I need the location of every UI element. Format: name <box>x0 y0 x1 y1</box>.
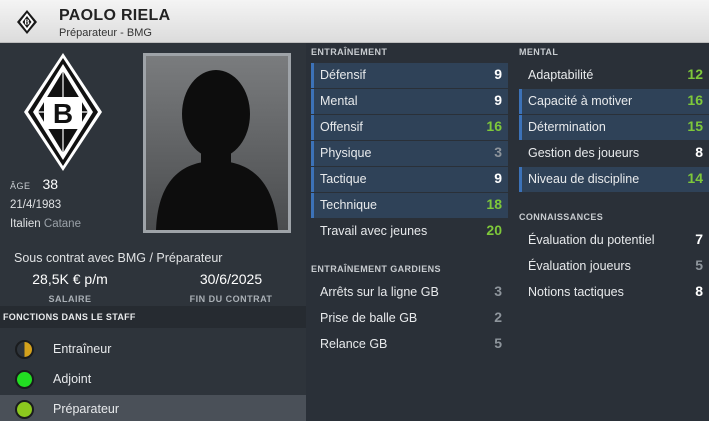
attribute-label: Évaluation du potentiel <box>528 233 655 247</box>
attribute-label: Gestion des joueurs <box>528 146 640 160</box>
age-label: ÂGE <box>10 181 31 191</box>
function-label: Adjoint <box>53 372 92 386</box>
birth-city[interactable]: Catane <box>44 218 81 230</box>
attribute-value: 2 <box>494 309 502 325</box>
function-status-icon <box>15 400 34 419</box>
attribute-value: 16 <box>687 92 703 108</box>
attribute-value: 12 <box>687 66 703 82</box>
staff-functions-header: FONCTIONS DANS LE STAFF <box>0 306 306 328</box>
training-row[interactable]: Tactique 9 <box>311 167 508 192</box>
attribute-value: 3 <box>494 283 502 299</box>
club-crest-icon[interactable]: B <box>16 9 38 35</box>
gk_training-row[interactable]: Arrêts sur la ligne GB 3 <box>311 280 508 305</box>
attribute-label: Adaptabilité <box>528 68 594 82</box>
training-row[interactable]: Physique 3 <box>311 141 508 166</box>
club-crest-large-icon[interactable]: B <box>22 51 104 173</box>
svg-text:B: B <box>53 98 73 129</box>
contract-end-value: 30/6/2025 <box>199 271 263 287</box>
knowledge-row[interactable]: Évaluation du potentiel 7 <box>519 228 709 253</box>
attribute-value: 14 <box>687 170 703 186</box>
attribute-label: Tactique <box>320 172 367 186</box>
mental-row[interactable]: Niveau de discipline 14 <box>519 167 709 192</box>
header-bar: B PAOLO RIELA Préparateur - BMG <box>0 0 709 43</box>
attribute-value: 20 <box>486 222 502 238</box>
svg-text:B: B <box>24 20 29 27</box>
function-status-icon <box>15 370 34 389</box>
nationality-row: Italien Catane <box>10 218 81 230</box>
attribute-label: Arrêts sur la ligne GB <box>320 285 439 299</box>
staff-function-row[interactable]: Préparateur <box>0 395 306 421</box>
gk_training-row[interactable]: Prise de balle GB 2 <box>311 306 508 331</box>
attribute-label: Mental <box>320 94 358 108</box>
staff-function-row[interactable]: Adjoint <box>0 365 306 394</box>
mental-header: MENTAL <box>519 47 559 57</box>
contract-end-label: FIN DU CONTRAT <box>189 294 273 304</box>
attribute-value: 9 <box>494 66 502 82</box>
attribute-value: 7 <box>695 231 703 247</box>
silhouette-icon <box>156 70 278 230</box>
salary-value: 28,5K € p/m <box>32 271 108 287</box>
attribute-value: 15 <box>687 118 703 134</box>
profile-panel: B ÂGE 38 21/4/1983 Italien Catane Sous co… <box>0 43 306 421</box>
attribute-value: 9 <box>494 170 502 186</box>
knowledge-row[interactable]: Évaluation joueurs 5 <box>519 254 709 279</box>
age-value: 38 <box>42 176 59 192</box>
attribute-label: Capacité à motiver <box>528 94 633 108</box>
mental-row[interactable]: Capacité à motiver 16 <box>519 89 709 114</box>
staff-photo <box>143 53 291 233</box>
gk_training-row[interactable]: Relance GB 5 <box>311 332 508 357</box>
attribute-label: Relance GB <box>320 337 388 351</box>
training-row[interactable]: Travail avec jeunes 20 <box>311 219 508 244</box>
age-row: ÂGE 38 <box>10 176 58 192</box>
nationality[interactable]: Italien <box>10 218 41 230</box>
attribute-value: 5 <box>695 257 703 273</box>
mental-row[interactable]: Gestion des joueurs 8 <box>519 141 709 166</box>
staff-role-club[interactable]: Préparateur - BMG <box>59 27 152 39</box>
function-status-icon <box>15 340 34 359</box>
attribute-label: Travail avec jeunes <box>320 224 428 238</box>
attribute-label: Physique <box>320 146 372 160</box>
contract-text: Sous contrat avec BMG / Préparateur <box>14 251 223 265</box>
training-row[interactable]: Défensif 9 <box>311 63 508 88</box>
function-label: Préparateur <box>53 402 120 416</box>
attribute-value: 8 <box>695 283 703 299</box>
staff-name: PAOLO RIELA <box>59 7 171 24</box>
attribute-label: Technique <box>320 198 377 212</box>
attribute-value: 9 <box>494 92 502 108</box>
training-header: ENTRAÎNEMENT <box>311 47 388 57</box>
attribute-value: 18 <box>486 196 502 212</box>
training-row[interactable]: Mental 9 <box>311 89 508 114</box>
salary-label: SALAIRE <box>48 294 92 304</box>
attribute-label: Offensif <box>320 120 363 134</box>
attribute-value: 5 <box>494 335 502 351</box>
training-row[interactable]: Offensif 16 <box>311 115 508 140</box>
attribute-value: 8 <box>695 144 703 160</box>
training-row[interactable]: Technique 18 <box>311 193 508 218</box>
attribute-label: Défensif <box>320 68 366 82</box>
birth-date: 21/4/1983 <box>10 199 62 211</box>
attribute-label: Notions tactiques <box>528 285 624 299</box>
attribute-label: Prise de balle GB <box>320 311 418 325</box>
attribute-label: Niveau de discipline <box>528 172 640 186</box>
attribute-value: 16 <box>486 118 502 134</box>
knowledge-row[interactable]: Notions tactiques 8 <box>519 280 709 305</box>
attribute-value: 3 <box>494 144 502 160</box>
knowledge-header: CONNAISSANCES <box>519 212 604 222</box>
attribute-label: Détermination <box>528 120 606 134</box>
mental-row[interactable]: Adaptabilité 12 <box>519 63 709 88</box>
mental-row[interactable]: Détermination 15 <box>519 115 709 140</box>
function-label: Entraîneur <box>53 342 112 356</box>
attribute-label: Évaluation joueurs <box>528 259 631 273</box>
staff-function-row[interactable]: Entraîneur <box>0 335 306 364</box>
gk-training-header: ENTRAÎNEMENT GARDIENS <box>311 264 441 274</box>
